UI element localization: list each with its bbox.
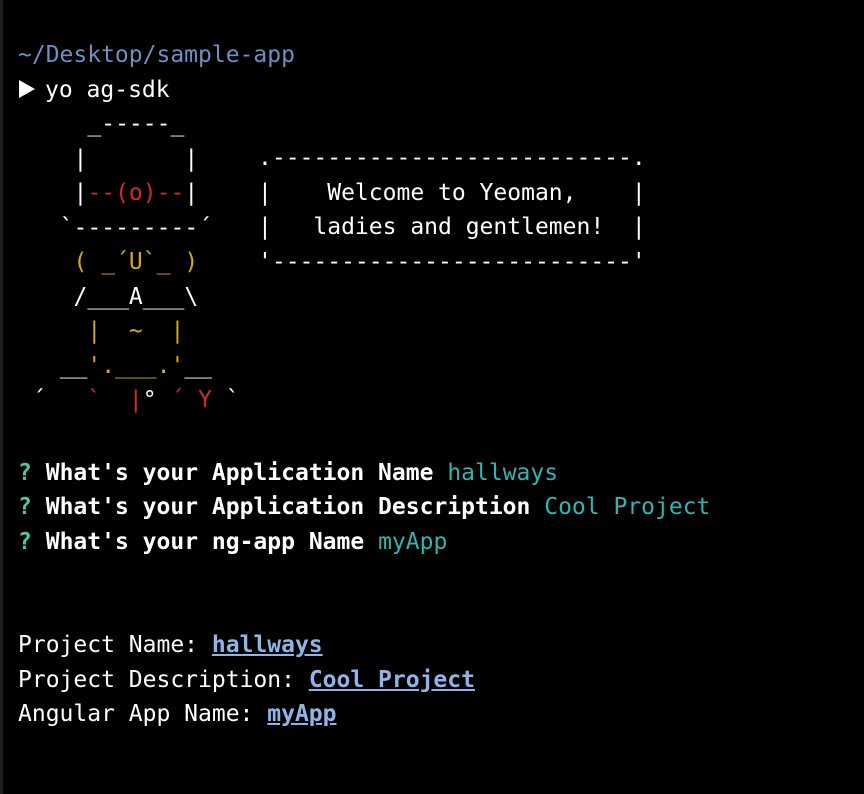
summary-project-name: Project Name: hallways [18, 628, 858, 663]
robot-line-9: ´ ` |° ´ Y ` [32, 387, 240, 413]
robot-line-1: _-----_ [32, 111, 185, 137]
question-mark: ? [18, 459, 32, 486]
question-mark: ? [18, 494, 32, 520]
question-label: What's your Application Description [45, 494, 531, 520]
question-mark: ? [18, 528, 32, 555]
question-row-app-description: ? What's your Application Description Co… [18, 490, 858, 525]
summary-value-link[interactable]: Cool Project [309, 667, 475, 693]
question-answer: hallways [447, 459, 559, 486]
bubble-top: .--------------------------. [258, 145, 646, 171]
summary-value-link[interactable]: myApp [267, 701, 336, 727]
question-row-app-name: ? What's your Application Name hallways [18, 456, 858, 491]
window-edge [0, 0, 3, 794]
summary-label: Project Description: [18, 666, 295, 693]
summary-value-link[interactable]: hallways [212, 632, 323, 658]
question-label: What's your ng-app Name [45, 528, 365, 555]
bubble-line-1: | Welcome to Yeoman, | [258, 179, 646, 206]
summary-project-description: Project Description: Cool Project [18, 663, 858, 698]
question-answer: Cool Project [544, 494, 711, 520]
command-text: yo ag-sdk [45, 76, 170, 103]
robot-line-3: |--(o)--| [32, 180, 199, 206]
bubble-line-2: | ladies and gentlemen! | [258, 214, 646, 240]
question-label: What's your Application Name [45, 459, 434, 486]
yeoman-robot-art: _-----_ | | |--(o)--| `---------´ ( _´U`… [32, 107, 240, 418]
robot-line-7: | ~ | [32, 318, 185, 344]
question-row-ng-app-name: ? What's your ng-app Name myApp [18, 525, 858, 560]
bubble-bottom: '--------------------------' [258, 248, 646, 275]
robot-line-4: `---------´ [32, 214, 213, 241]
robot-line-2: | | [32, 145, 199, 172]
summary-angular-app-name: Angular App Name: myApp [18, 697, 858, 732]
prompt-triangle-icon [18, 73, 45, 108]
summary-label: Angular App Name: [18, 701, 254, 727]
question-answer: myApp [378, 528, 448, 555]
command-line: yo ag-sdk [18, 73, 858, 108]
robot-line-8: __'.___.'__ [32, 352, 213, 379]
yeoman-ascii-art: _-----_ | | |--(o)--| `---------´ ( _´U`… [18, 107, 858, 421]
terminal-output: ~/Desktop/sample-app yo ag-sdk _-----_ |… [18, 38, 858, 732]
welcome-speech-bubble: .--------------------------. | Welcome t… [258, 141, 646, 279]
robot-line-5: ( _´U`_ ) [32, 249, 199, 275]
current-directory: ~/Desktop/sample-app [18, 42, 295, 68]
summary-label: Project Name: [18, 632, 199, 658]
robot-line-6: /___A___\ [32, 283, 199, 310]
